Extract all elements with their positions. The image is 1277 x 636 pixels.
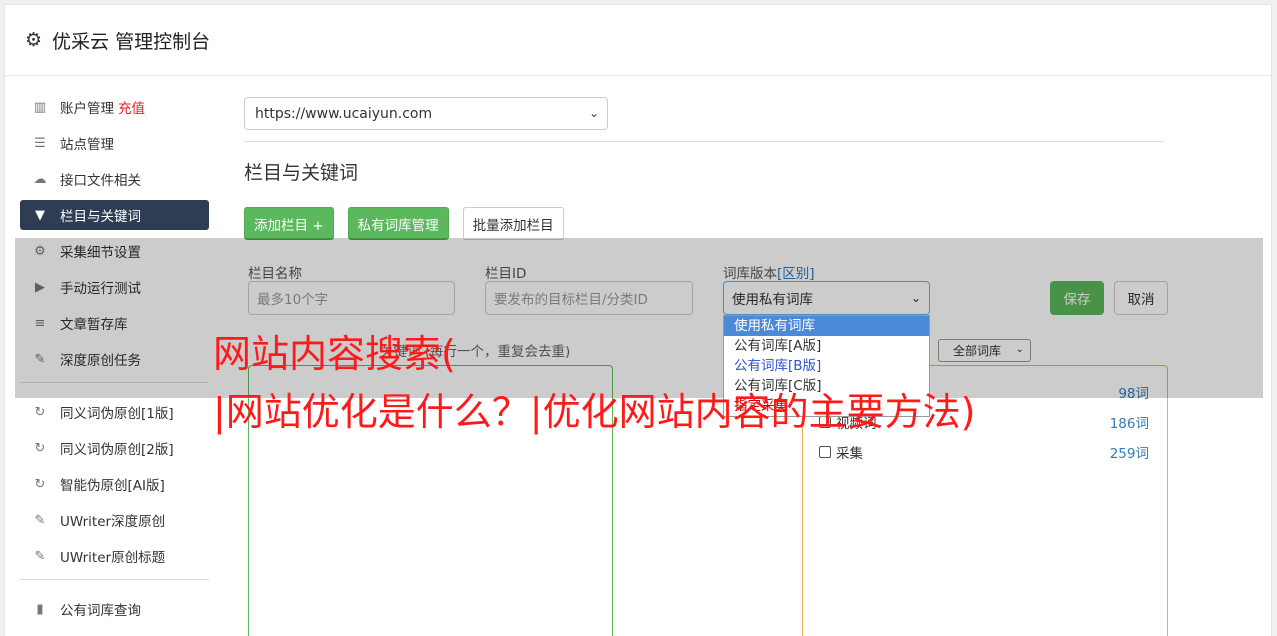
library-row[interactable]: 采集 259词 bbox=[819, 442, 1149, 462]
sidebar-item-label: 账户管理 bbox=[60, 101, 114, 117]
checkbox[interactable] bbox=[819, 446, 831, 458]
edit-icon: ✎ bbox=[34, 548, 46, 564]
page-title: 优采云 管理控制台 bbox=[52, 30, 211, 53]
private-lib-button[interactable]: 私有词库管理 bbox=[347, 207, 449, 240]
watermark-line: |网站优化是什么？|优化网站内容的主要方法) bbox=[213, 390, 976, 434]
filter-icon: ▼ bbox=[35, 207, 45, 223]
sidebar-item-label: 站点管理 bbox=[60, 137, 114, 153]
sidebar-divider bbox=[20, 579, 209, 580]
section-title: 栏目与关键词 bbox=[244, 162, 359, 184]
app-header: ⚙ 优采云 管理控制台 bbox=[5, 5, 1271, 76]
sidebar-item-synonym-v2[interactable]: ↻ 同义词伪原创[2版] bbox=[20, 433, 209, 463]
sidebar-item-label: UWriter原创标题 bbox=[60, 550, 166, 566]
sidebar-item-columns[interactable]: ▼ 栏目与关键词 bbox=[20, 200, 209, 230]
refresh-icon: ↻ bbox=[34, 440, 46, 456]
watermark-text: 网站内容搜索( |网站优化是什么？|优化网站内容的主要方法) bbox=[213, 325, 975, 441]
sidebar-item-label: 同义词伪原创[1版] bbox=[60, 406, 174, 422]
sidebar-item-account[interactable]: ▥ 账户管理 充值 bbox=[20, 92, 209, 122]
site-select[interactable]: https://www.ucaiyun.com ⌄ bbox=[244, 97, 608, 130]
sidebar-item-label: 接口文件相关 bbox=[60, 173, 141, 189]
batch-add-button[interactable]: 批量添加栏目 bbox=[462, 207, 564, 240]
library-count: 186词 bbox=[1109, 416, 1149, 432]
recharge-link[interactable]: 充值 bbox=[118, 97, 145, 117]
sidebar-item-label: 同义词伪原创[2版] bbox=[60, 442, 174, 458]
sidebar-item-sites[interactable]: ☰ 站点管理 bbox=[20, 128, 209, 158]
site-select-value: https://www.ucaiyun.com bbox=[255, 105, 433, 122]
sidebar-item-ai-rewrite[interactable]: ↻ 智能伪原创[AI版] bbox=[20, 469, 209, 499]
sidebar-item-label: 智能伪原创[AI版] bbox=[60, 478, 165, 494]
sidebar-item-uwriter-deep[interactable]: ✎ UWriter深度原创 bbox=[20, 505, 209, 535]
sidebar-item-interface[interactable]: ☁ 接口文件相关 bbox=[20, 164, 209, 194]
cloud-upload-icon: ☁ bbox=[33, 171, 47, 187]
library-name: 采集 bbox=[836, 446, 863, 462]
sidebar-item-label: 栏目与关键词 bbox=[60, 209, 141, 225]
action-buttons: 添加栏目 + 私有词库管理 批量添加栏目 bbox=[244, 207, 1164, 240]
refresh-icon: ↻ bbox=[34, 404, 46, 420]
book-icon: ▮ bbox=[36, 601, 44, 617]
watermark-line: 网站内容搜索( bbox=[213, 332, 456, 376]
add-column-button[interactable]: 添加栏目 + bbox=[244, 207, 334, 240]
sidebar-item-public-lib[interactable]: ▮ 公有词库查询 bbox=[20, 594, 209, 624]
bar-chart-icon: ▥ bbox=[33, 99, 47, 115]
main-content: https://www.ucaiyun.com ⌄ 栏目与关键词 添加栏目 + … bbox=[244, 97, 1164, 240]
library-count: 259词 bbox=[1109, 446, 1149, 462]
sidebar-item-synonym-v1[interactable]: ↻ 同义词伪原创[1版] bbox=[20, 397, 209, 427]
sidebar-item-uwriter-title[interactable]: ✎ UWriter原创标题 bbox=[20, 541, 209, 571]
sidebar-item-label: 公有词库查询 bbox=[60, 603, 141, 619]
server-icon: ☰ bbox=[34, 135, 46, 151]
refresh-icon: ↻ bbox=[34, 476, 46, 492]
edit-icon: ✎ bbox=[34, 512, 46, 528]
divider bbox=[244, 141, 1164, 142]
gear-icon: ⚙ bbox=[25, 28, 43, 51]
chevron-down-icon: ⌄ bbox=[588, 106, 599, 120]
sidebar-item-label: UWriter深度原创 bbox=[60, 514, 166, 530]
